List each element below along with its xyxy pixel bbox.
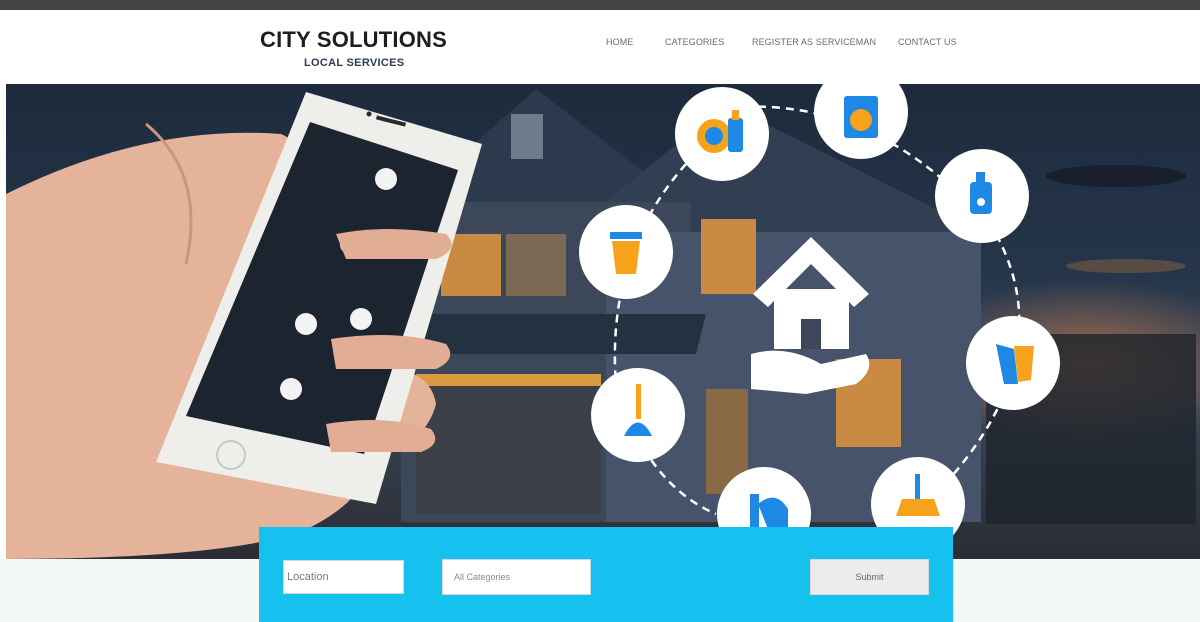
category-select[interactable]: All Categories: [442, 559, 591, 595]
submit-button[interactable]: Submit: [810, 559, 929, 595]
detergent-icon: [935, 149, 1029, 243]
gloves-icon: [966, 316, 1060, 410]
nav-item-contact-us[interactable]: CONTACT US: [898, 37, 957, 47]
hero-banner: [6, 84, 1200, 559]
top-bar: [0, 0, 1200, 10]
location-input[interactable]: [283, 560, 404, 594]
nav-item-home[interactable]: HOME: [606, 37, 633, 47]
washing-machine-icon: [814, 84, 908, 159]
search-panel: All Categories Submit: [259, 527, 953, 622]
nav-item-categories[interactable]: CATEGORIES: [665, 37, 724, 47]
brand-subtitle: LOCAL SERVICES: [304, 57, 405, 69]
dishwashing-icon: [675, 87, 769, 181]
cloud-shape: [1066, 259, 1186, 273]
main-nav: HOME CATEGORIES REGISTER AS SERVICEMAN C…: [0, 37, 1200, 51]
category-select-value: All Categories: [454, 572, 511, 582]
cloud-shape: [1046, 165, 1186, 187]
nav-item-register-serviceman[interactable]: REGISTER AS SERVICEMAN: [752, 37, 876, 47]
site-header: CITY SOLUTIONS LOCAL SERVICES HOME CATEG…: [0, 10, 1200, 84]
trash-bin-icon: [579, 205, 673, 299]
hero-illustration: [6, 84, 1196, 559]
plunger-icon: [591, 368, 685, 462]
